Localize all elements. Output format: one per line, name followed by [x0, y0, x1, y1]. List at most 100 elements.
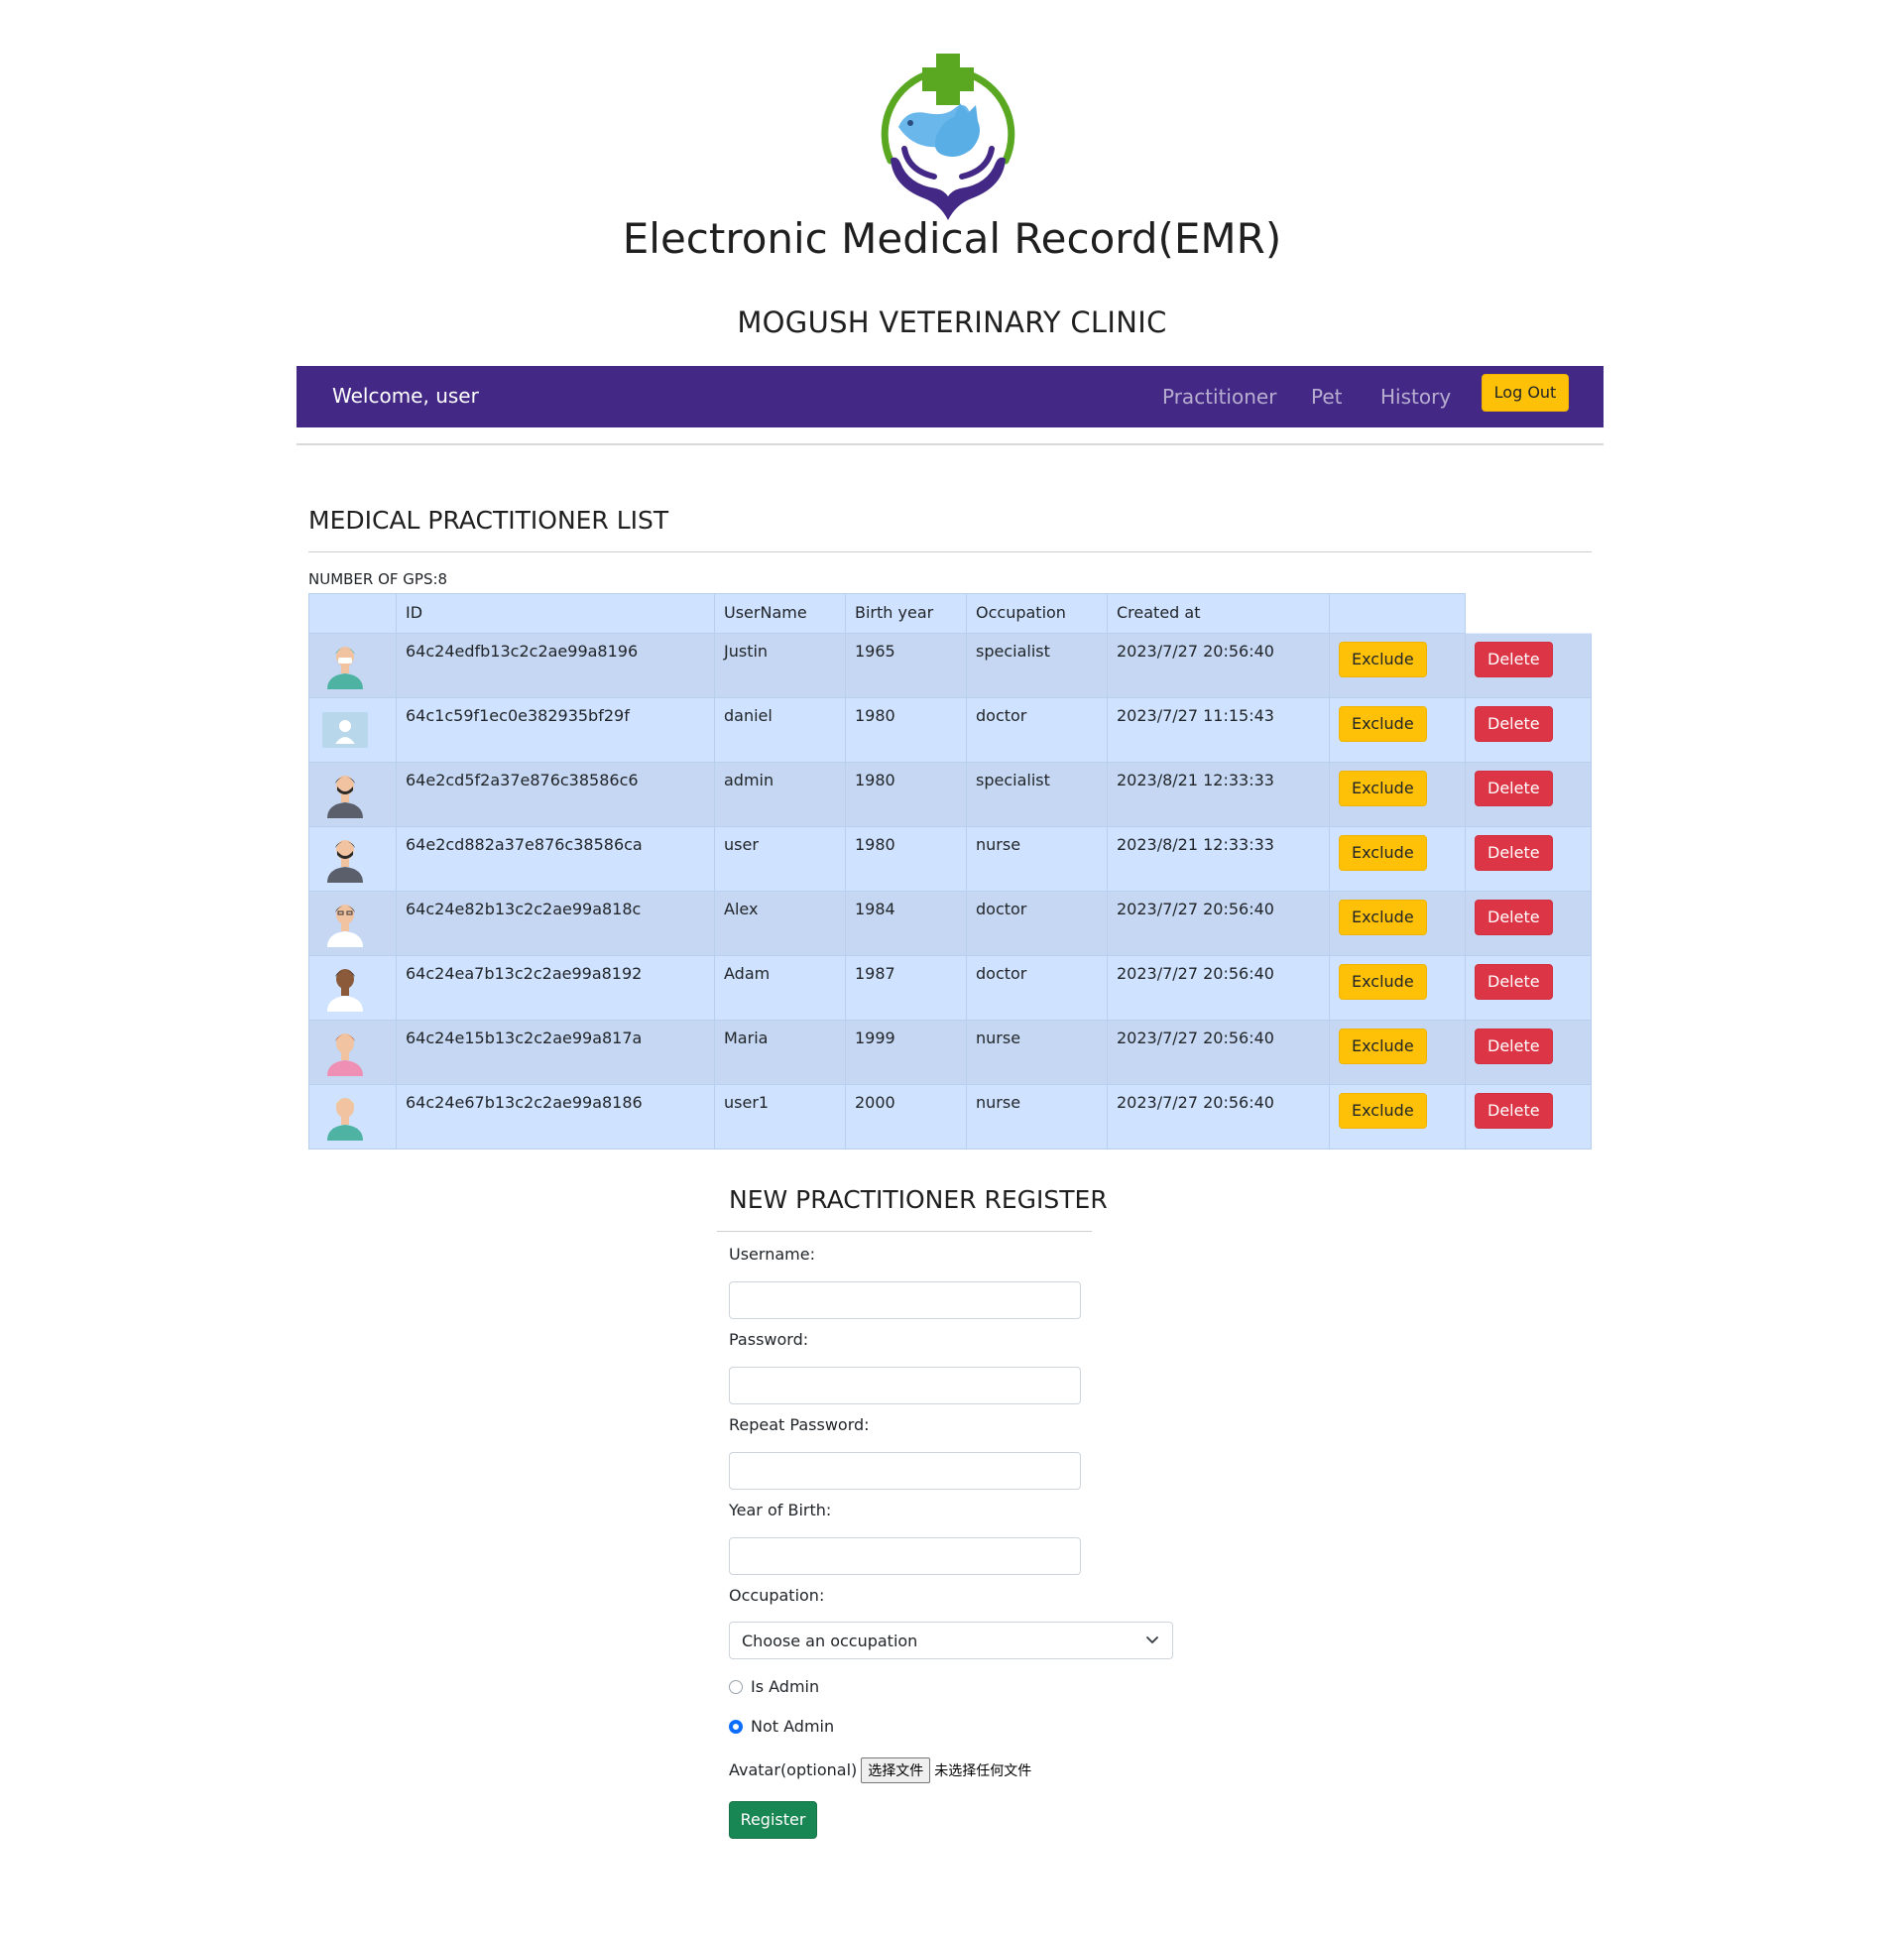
nav-link-pet[interactable]: Pet [1311, 385, 1343, 409]
page: Electronic Medical Record(EMR) MOGUSH VE… [0, 0, 1904, 1937]
chevron-down-icon [1146, 1636, 1158, 1643]
birth-year-cell: 1980 [845, 826, 967, 892]
avatar-cell [308, 1020, 397, 1085]
is-admin-radio[interactable]: Is Admin [729, 1677, 819, 1696]
username-label: Username: [729, 1245, 815, 1264]
not-admin-label: Not Admin [751, 1717, 835, 1736]
clinic-logo [881, 54, 1015, 220]
created-at-cell: 2023/7/27 20:56:40 [1107, 633, 1330, 698]
birth-year-cell: 1980 [845, 762, 967, 827]
nav-link-practitioner[interactable]: Practitioner [1162, 385, 1276, 409]
id-cell: 64c24e82b13c2c2ae99a818c [396, 891, 715, 956]
delete-cell: Delete [1465, 633, 1592, 698]
table-row: 64e2cd5f2a37e876c38586c6 admin 1980 special… [308, 762, 1592, 827]
delete-cell: Delete [1465, 1084, 1592, 1150]
birth-year-cell: 1984 [845, 891, 967, 956]
username-cell: Adam [714, 955, 846, 1021]
repeat-password-label: Repeat Password: [729, 1415, 870, 1434]
table-row: 64e2cd882a37e876c38586ca user 1980 nurse 202… [308, 826, 1592, 892]
repeat-password-input[interactable] [729, 1452, 1081, 1490]
exclude-button[interactable]: Exclude [1339, 1093, 1427, 1129]
delete-button[interactable]: Delete [1475, 964, 1553, 1000]
register-button[interactable]: Register [729, 1801, 817, 1839]
year-of-birth-input[interactable] [729, 1537, 1081, 1575]
exclude-button[interactable]: Exclude [1339, 900, 1427, 935]
delete-button[interactable]: Delete [1475, 642, 1553, 677]
nav-link-history[interactable]: History [1380, 385, 1451, 409]
username-cell: user1 [714, 1084, 846, 1150]
birth-year-cell: 1980 [845, 697, 967, 763]
table-row: 64c1c59f1ec0e382935bf29f daniel 1980 doctor… [308, 697, 1592, 763]
table-row: 64c24e82b13c2c2ae99a818c Alex 1984 doctor 20… [308, 891, 1592, 956]
app-title: Electronic Medical Record(EMR) [622, 214, 1282, 263]
occupation-cell: doctor [966, 697, 1108, 763]
exclude-cell: Exclude [1329, 826, 1466, 892]
username-cell: admin [714, 762, 846, 827]
exclude-button[interactable]: Exclude [1339, 771, 1427, 806]
exclude-button[interactable]: Exclude [1339, 964, 1427, 1000]
delete-cell: Delete [1465, 762, 1592, 827]
created-at-cell: 2023/8/21 12:33:33 [1107, 826, 1330, 892]
column-header-occupation: Occupation [966, 593, 1108, 634]
id-cell: 64c1c59f1ec0e382935bf29f [396, 697, 715, 763]
created-at-cell: 2023/7/27 20:56:40 [1107, 891, 1330, 956]
id-cell: 64c24ea7b13c2c2ae99a8192 [396, 955, 715, 1021]
id-cell: 64c24e67b13c2c2ae99a8186 [396, 1084, 715, 1150]
created-at-cell: 2023/7/27 20:56:40 [1107, 1020, 1330, 1085]
bearded-doctor-avatar-icon [327, 840, 363, 883]
exclude-button[interactable]: Exclude [1339, 706, 1427, 742]
delete-cell: Delete [1465, 955, 1592, 1021]
is-admin-label: Is Admin [751, 1677, 820, 1696]
delete-button[interactable]: Delete [1475, 900, 1553, 935]
column-header-id: ID [396, 593, 715, 634]
exclude-button[interactable]: Exclude [1339, 1029, 1427, 1064]
table-row: 64c24e15b13c2c2ae99a817a Maria 1999 nurse 20… [308, 1020, 1592, 1085]
avatar-cell [308, 762, 397, 827]
column-header-avatar [308, 593, 397, 634]
delete-button[interactable]: Delete [1475, 1029, 1553, 1064]
password-label: Password: [729, 1330, 809, 1349]
occupation-selected-value: Choose an occupation [742, 1632, 918, 1650]
delete-button[interactable]: Delete [1475, 835, 1553, 871]
created-at-cell: 2023/7/27 20:56:40 [1107, 955, 1330, 1021]
username-cell: Alex [714, 891, 846, 956]
blonde-nurse-avatar-icon [327, 1098, 363, 1141]
column-header-delete [1465, 593, 1592, 634]
exclude-cell: Exclude [1329, 1020, 1466, 1085]
exclude-button[interactable]: Exclude [1339, 835, 1427, 871]
created-at-cell: 2023/7/27 11:15:43 [1107, 697, 1330, 763]
occupation-cell: specialist [966, 762, 1108, 827]
delete-button[interactable]: Delete [1475, 771, 1553, 806]
password-input[interactable] [729, 1367, 1081, 1404]
table-row: 64c24edfb13c2c2ae99a8196 Justin 1965 specia… [308, 633, 1592, 698]
id-cell: 64c24e15b13c2c2ae99a817a [396, 1020, 715, 1085]
username-cell: user [714, 826, 846, 892]
delete-button[interactable]: Delete [1475, 1093, 1553, 1129]
table-row: 64c24ea7b13c2c2ae99a8192 Adam 1987 doctor 20… [308, 955, 1592, 1021]
username-input[interactable] [729, 1281, 1081, 1319]
navbar-divider [297, 443, 1604, 445]
not-admin-radio[interactable]: Not Admin [729, 1717, 834, 1736]
delete-button[interactable]: Delete [1475, 706, 1553, 742]
avatar-cell [308, 697, 397, 763]
occupation-select[interactable]: Choose an occupation [729, 1622, 1173, 1659]
is-admin-radio-circle[interactable] [729, 1680, 743, 1694]
choose-file-button[interactable]: 选择文件 [861, 1757, 931, 1783]
birth-year-cell: 1965 [845, 633, 967, 698]
not-admin-radio-circle[interactable] [729, 1720, 743, 1734]
logout-button[interactable]: Log Out [1482, 374, 1569, 412]
id-cell: 64c24edfb13c2c2ae99a8196 [396, 633, 715, 698]
exclude-button[interactable]: Exclude [1339, 642, 1427, 677]
delete-cell: Delete [1465, 891, 1592, 956]
column-header-exclude [1329, 593, 1466, 634]
exclude-cell: Exclude [1329, 762, 1466, 827]
avatar-upload-row: Avatar(optional) 选择文件 未选择任何文件 [729, 1757, 1031, 1783]
avatar-cell [308, 826, 397, 892]
occupation-cell: doctor [966, 891, 1108, 956]
avatar-cell [308, 1084, 397, 1150]
list-divider [308, 551, 1592, 552]
no-file-chosen-text: 未选择任何文件 [934, 1763, 1032, 1779]
register-title: NEW PRACTITIONER REGISTER [729, 1185, 1108, 1214]
username-cell: Maria [714, 1020, 846, 1085]
default-user-avatar-icon [322, 712, 368, 748]
